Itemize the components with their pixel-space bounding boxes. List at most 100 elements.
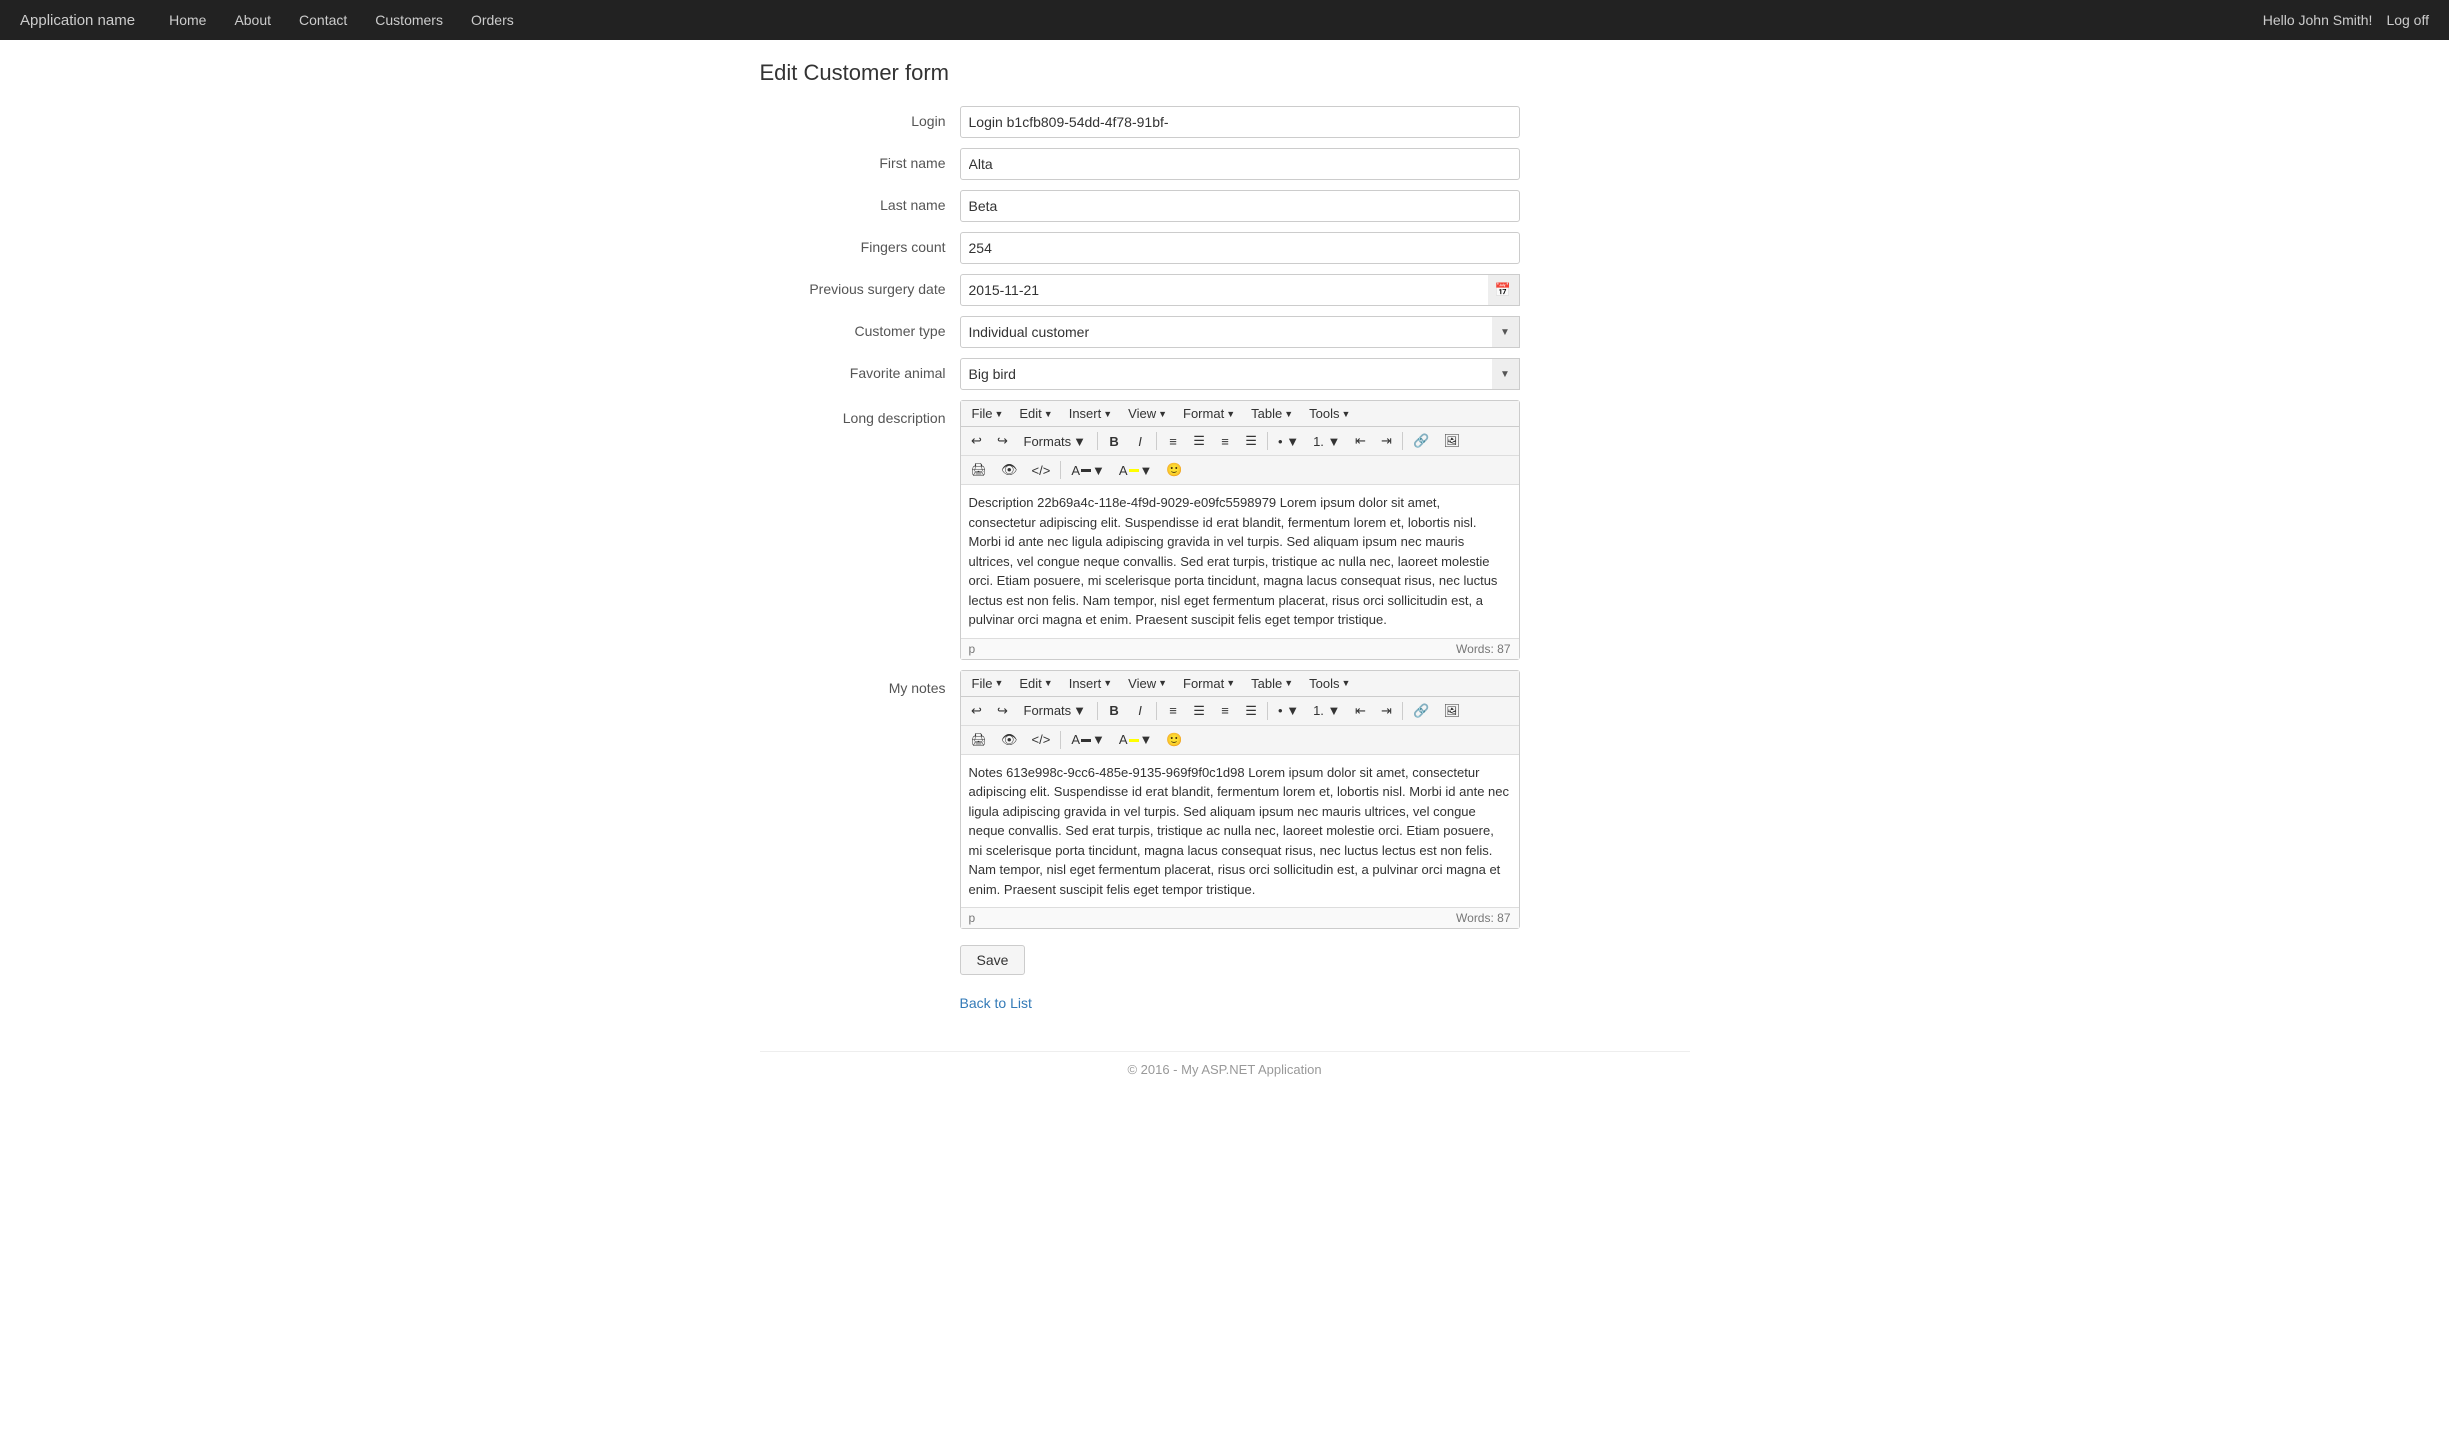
long-desc-emoji-btn[interactable]: 🙂 [1160,459,1188,481]
long-desc-redo-btn[interactable]: ↪ [991,430,1015,452]
mynotes-sep1 [1097,702,1098,720]
save-button[interactable]: Save [960,945,1026,975]
long-desc-bullet-list-btn[interactable]: • ▼ [1272,430,1305,452]
long-desc-image-btn[interactable]: 🖼 [1438,430,1467,452]
nav-home[interactable]: Home [155,2,220,38]
nav-orders[interactable]: Orders [457,2,528,38]
long-desc-menu-view[interactable]: View▼ [1121,404,1174,423]
mynotes-redo-btn[interactable]: ↪ [991,700,1015,722]
mynotes-align-left-btn[interactable]: ≡ [1161,700,1185,722]
customer-type-group: Customer type Individual customer Busine… [760,316,1690,348]
mynotes-code-btn[interactable]: </> [1026,729,1057,751]
login-label: Login [760,106,960,129]
mynotes-content[interactable]: Notes 613e998c-9cc6-485e-9135-969f9f0c1d… [961,755,1519,908]
page-title: Edit Customer form [760,60,1690,86]
mynotes-undo-btn[interactable]: ↩ [965,700,989,722]
login-group: Login [760,106,1690,138]
fingers-input[interactable] [960,232,1520,264]
nav-about[interactable]: About [220,2,285,38]
user-greeting: Hello John Smith! [2263,12,2373,28]
long-desc-menu-tools[interactable]: Tools▼ [1302,404,1357,423]
long-desc-preview-btn[interactable]: 👁 [995,459,1024,481]
navbar-brand[interactable]: Application name [20,12,135,29]
back-to-list-link[interactable]: Back to List [960,995,1032,1011]
mynotes-formats-btn[interactable]: Formats ▼ [1017,700,1094,722]
nav-customers[interactable]: Customers [361,2,457,38]
mynotes-italic-btn[interactable]: I [1128,700,1152,722]
mynotes-image-btn[interactable]: 🖼 [1438,700,1467,722]
mynotes-editor: File▼ Edit▼ Insert▼ View▼ Format▼ Table▼… [960,670,1520,930]
main-container: Edit Customer form Login First name Last… [745,40,1705,1117]
mynotes-menu-tools[interactable]: Tools▼ [1302,674,1357,693]
mynotes-menu-table[interactable]: Table▼ [1244,674,1300,693]
long-desc-print-btn[interactable]: 🖨 [965,459,994,481]
mynotes-num-list-btn[interactable]: 1. ▼ [1307,700,1346,722]
long-desc-align-right-btn[interactable]: ≡ [1213,430,1237,452]
long-desc-italic-btn[interactable]: I [1128,430,1152,452]
mynotes-fontcolor-btn[interactable]: A▼ [1065,729,1111,751]
surgery-input[interactable] [960,274,1520,306]
mynotes-menu-format[interactable]: Format▼ [1176,674,1242,693]
long-desc-menu-insert[interactable]: Insert▼ [1062,404,1119,423]
mynotes-indent-btn[interactable]: ⇥ [1374,700,1398,722]
favorite-animal-select[interactable]: Big bird Cat Dog [960,358,1520,390]
long-desc-align-center-btn[interactable]: ☰ [1187,430,1211,452]
lastname-input[interactable] [960,190,1520,222]
mynotes-align-justify-btn[interactable]: ☰ [1239,700,1263,722]
navbar-right: Hello John Smith! Log off [2263,12,2429,28]
firstname-input[interactable] [960,148,1520,180]
long-desc-fontcolor-btn[interactable]: A▼ [1065,459,1111,481]
mynotes-preview-btn[interactable]: 👁 [995,729,1024,751]
mynotes-emoji-btn[interactable]: 🙂 [1160,729,1188,751]
logout-link[interactable]: Log off [2386,12,2429,28]
nav-contact[interactable]: Contact [285,2,361,38]
long-desc-formats-btn[interactable]: Formats ▼ [1017,430,1094,452]
long-desc-menu-table[interactable]: Table▼ [1244,404,1300,423]
mynotes-bullet-list-btn[interactable]: • ▼ [1272,700,1305,722]
mynotes-menu-insert[interactable]: Insert▼ [1062,674,1119,693]
login-input[interactable] [960,106,1520,138]
surgery-group: Previous surgery date 📅 [760,274,1690,306]
mynotes-menu-view[interactable]: View▼ [1121,674,1174,693]
mynotes-link-btn[interactable]: 🔗 [1407,700,1435,722]
customer-type-select[interactable]: Individual customer Business customer [960,316,1520,348]
long-desc-bgcolor-btn[interactable]: A▼ [1113,459,1159,481]
mynotes-align-right-btn[interactable]: ≡ [1213,700,1237,722]
mynotes-print-btn[interactable]: 🖨 [965,729,994,751]
long-desc-code-btn[interactable]: </> [1026,459,1057,481]
long-desc-indent-btn[interactable]: ⇥ [1374,430,1398,452]
long-desc-align-justify-btn[interactable]: ☰ [1239,430,1263,452]
long-desc-content[interactable]: Description 22b69a4c-118e-4f9d-9029-e09f… [961,485,1519,638]
long-desc-sep4 [1402,432,1403,450]
long-desc-outdent-btn[interactable]: ⇤ [1348,430,1372,452]
mynotes-toolbar1: ↩ ↪ Formats ▼ B I ≡ ☰ ≡ ☰ • ▼ 1. ▼ ⇤ ⇥ 🔗… [961,697,1519,726]
mynotes-outdent-btn[interactable]: ⇤ [1348,700,1372,722]
firstname-group: First name [760,148,1690,180]
long-desc-undo-btn[interactable]: ↩ [965,430,989,452]
lastname-label: Last name [760,190,960,213]
surgery-date-wrapper: 📅 [960,274,1520,306]
mynotes-wordcount: Words: 87 [1456,911,1510,925]
long-desc-menubar: File▼ Edit▼ Insert▼ View▼ Format▼ Table▼… [961,401,1519,427]
long-desc-num-list-btn[interactable]: 1. ▼ [1307,430,1346,452]
long-desc-link-btn[interactable]: 🔗 [1407,430,1435,452]
long-desc-wordcount: Words: 87 [1456,642,1510,656]
surgery-calendar-button[interactable]: 📅 [1488,274,1520,306]
mynotes-menu-edit[interactable]: Edit▼ [1012,674,1059,693]
mynotes-group: My notes File▼ Edit▼ Insert▼ View▼ Forma… [760,670,1690,930]
mynotes-bgcolor-btn[interactable]: A▼ [1113,729,1159,751]
firstname-label: First name [760,148,960,171]
long-desc-editor: File▼ Edit▼ Insert▼ View▼ Format▼ Table▼… [960,400,1520,660]
mynotes-menu-file[interactable]: File▼ [965,674,1011,693]
long-desc-group: Long description File▼ Edit▼ Insert▼ Vie… [760,400,1690,660]
long-desc-align-left-btn[interactable]: ≡ [1161,430,1185,452]
mynotes-element: p [969,911,976,925]
long-desc-element: p [969,642,976,656]
long-desc-menu-format[interactable]: Format▼ [1176,404,1242,423]
mynotes-align-center-btn[interactable]: ☰ [1187,700,1211,722]
long-desc-menu-edit[interactable]: Edit▼ [1012,404,1059,423]
lastname-group: Last name [760,190,1690,222]
long-desc-menu-file[interactable]: File▼ [965,404,1011,423]
mynotes-bold-btn[interactable]: B [1102,700,1126,722]
long-desc-bold-btn[interactable]: B [1102,430,1126,452]
